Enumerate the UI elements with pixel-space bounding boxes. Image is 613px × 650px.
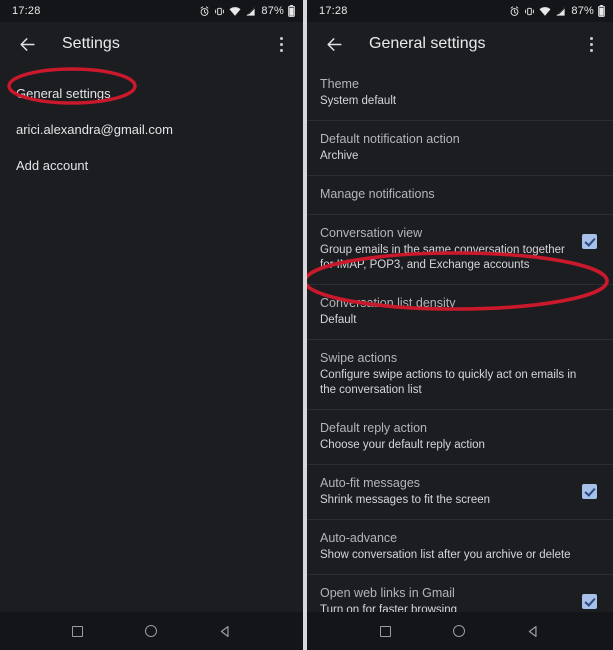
auto-fit-messages-checkbox[interactable] [582,484,597,499]
status-bar-left: 17:28 87% [0,0,303,22]
row-title: Default notification action [320,132,460,146]
alarm-icon [199,5,210,17]
row-subtitle: Configure swipe actions to quickly act o… [320,369,577,396]
row-title: Open web links in Gmail [320,586,455,600]
row-title: Auto-advance [320,531,398,545]
dual-screenshot-container: 17:28 87% Settings General settings aric… [0,0,613,650]
setting-row-auto-advance[interactable]: Auto-advance Show conversation list afte… [307,520,613,575]
battery-percent: 87% [261,5,284,17]
open-web-links-checkbox[interactable] [582,594,597,609]
row-texts: Default notification action Archive [320,131,599,164]
setting-row-swipe-actions[interactable]: Swipe actions Configure swipe actions to… [307,340,613,410]
sidebar-item-general-settings[interactable]: General settings [0,76,303,112]
row-subtitle: Archive [320,150,359,162]
vibrate-icon [524,6,535,17]
setting-row-conversation-view[interactable]: Conversation view Group emails in the sa… [307,215,613,285]
wifi-icon [539,6,551,17]
setting-row-default-reply-action[interactable]: Default reply action Choose your default… [307,410,613,465]
more-vertical-icon[interactable] [579,31,603,57]
nav-bar-left [0,612,303,650]
battery-icon [288,5,295,17]
row-subtitle: System default [320,95,397,107]
row-texts: Swipe actions Configure swipe actions to… [320,350,599,398]
sidebar-item-add-account[interactable]: Add account [0,148,303,184]
square-icon[interactable] [380,625,391,637]
status-icons: 87% [509,5,605,17]
account-list: General settings arici.alexandra@gmail.c… [0,66,303,184]
row-subtitle: Group emails in the same conversation to… [320,244,565,271]
row-title: Theme [320,77,359,91]
dot [589,36,593,40]
alarm-icon [509,5,520,17]
vibrate-icon [214,6,225,17]
arrow-left-icon[interactable] [14,31,40,57]
triangle-back-icon[interactable] [527,625,540,638]
right-toolbar: General settings [307,22,613,66]
signal-icon [245,6,256,17]
setting-row-auto-fit-messages[interactable]: Auto-fit messages Shrink messages to fit… [307,465,613,520]
row-title: Manage notifications [320,187,435,201]
setting-row-theme[interactable]: Theme System default [307,66,613,121]
status-clock: 17:28 [12,5,41,17]
status-icons: 87% [199,5,295,17]
circle-icon[interactable] [453,625,465,637]
settings-list: Theme System default Default notificatio… [307,66,613,650]
arrow-left-icon[interactable] [321,31,347,57]
conversation-view-checkbox[interactable] [582,234,597,249]
dot [589,48,593,52]
row-subtitle: Choose your default reply action [320,439,485,451]
sidebar-item-account-email[interactable]: arici.alexandra@gmail.com [0,112,303,148]
setting-row-manage-notifications[interactable]: Manage notifications [307,176,613,215]
row-title: Conversation view [320,226,423,240]
row-title: Swipe actions [320,351,398,365]
battery-icon [598,5,605,17]
nav-bar-right [307,612,613,650]
row-title: Default reply action [320,421,428,435]
page-title: Settings [62,35,120,52]
left-phone-screen: 17:28 87% Settings General settings aric… [0,0,303,650]
setting-row-default-notification-action[interactable]: Default notification action Archive [307,121,613,176]
row-texts: Auto-fit messages Shrink messages to fit… [320,475,582,508]
row-subtitle: Default [320,314,357,326]
row-texts: Manage notifications [320,186,599,203]
page-title: General settings [369,35,486,52]
row-texts: Theme System default [320,76,599,109]
row-texts: Default reply action Choose your default… [320,420,599,453]
triangle-back-icon[interactable] [219,625,232,638]
right-phone-screen: 17:28 87% General settings Theme System … [307,0,613,650]
row-title: Auto-fit messages [320,476,421,490]
setting-row-conversation-list-density[interactable]: Conversation list density Default [307,285,613,340]
circle-icon[interactable] [144,625,157,637]
row-texts: Conversation list density Default [320,295,599,328]
left-toolbar: Settings [0,22,303,66]
wifi-icon [229,6,241,17]
row-subtitle: Shrink messages to fit the screen [320,494,491,506]
dot [279,48,283,52]
battery-percent: 87% [571,5,594,17]
row-title: Conversation list density [320,296,456,310]
row-texts: Conversation view Group emails in the sa… [320,225,582,273]
more-vertical-icon[interactable] [269,31,293,57]
square-icon[interactable] [71,625,83,637]
status-clock: 17:28 [319,5,348,17]
dot [589,42,593,46]
dot [279,42,283,46]
dot [279,36,283,40]
row-subtitle: Show conversation list after you archive… [320,549,571,561]
row-texts: Auto-advance Show conversation list afte… [320,530,599,563]
signal-icon [555,6,566,17]
status-bar-right: 17:28 87% [307,0,613,22]
